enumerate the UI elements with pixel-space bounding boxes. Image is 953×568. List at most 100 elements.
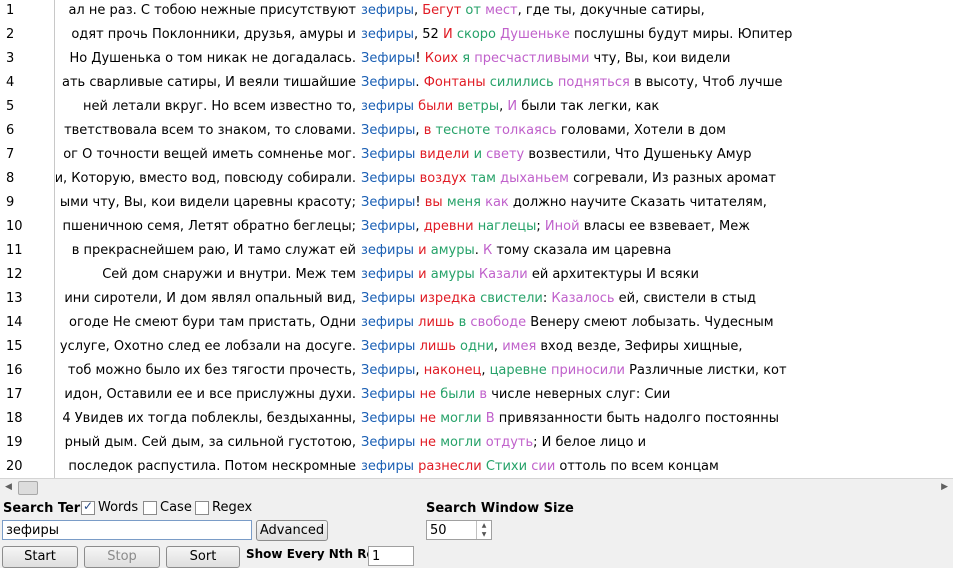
context-word: возвестили, Что Душеньку Амур xyxy=(524,147,752,162)
keyword-hit: зефиры xyxy=(361,27,414,42)
table-row[interactable]: 17 идон, Оставили ее и все прислужны духи… xyxy=(0,384,953,408)
kwic-results-pane: 1 ал не раз. С тобою нежные присутствуют з… xyxy=(0,0,953,478)
context-word: мест xyxy=(485,3,518,18)
context-word: Казалось xyxy=(551,291,615,306)
row-number: 5 xyxy=(6,99,15,114)
left-context: тветствовала всем то знаком, то словами. xyxy=(64,123,356,138)
regex-checkbox[interactable] xyxy=(195,501,209,515)
left-context: ал не раз. С тобою нежные присутствуют xyxy=(68,3,356,18)
keyword-hit: зефиры xyxy=(361,243,414,258)
context-word: подняться xyxy=(557,75,630,90)
table-row[interactable]: 19 рный дым. Сей дым, за сильной густотою… xyxy=(0,432,953,456)
advanced-button[interactable]: Advanced xyxy=(256,520,328,541)
words-checkbox[interactable] xyxy=(81,499,95,515)
keyword-hit: Зефиры xyxy=(361,291,416,306)
keyword-and-right-context: Зефиры видели и свету возвестили, Что Ду… xyxy=(361,147,752,162)
keyword-hit: Зефиры xyxy=(361,435,416,450)
context-word: амуры xyxy=(430,243,475,258)
scrollbar-thumb[interactable] xyxy=(18,481,38,495)
start-button[interactable]: Start xyxy=(2,546,78,568)
context-word: были xyxy=(418,99,454,114)
context-word: скоро xyxy=(456,27,496,42)
context-word: могли xyxy=(440,435,482,450)
keyword-and-right-context: зефиры, 52 И скоро Душеньке послушны буд… xyxy=(361,27,792,42)
table-row[interactable]: 6 тветствовала всем то знаком, то словами… xyxy=(0,120,953,144)
context-word: я xyxy=(462,51,471,66)
context-word: , где ты, докучные сатиры, xyxy=(517,3,705,18)
scroll-left-icon[interactable]: ◀ xyxy=(5,482,12,492)
table-row[interactable]: 14 огоде Не смеют бури там пристать, Одни… xyxy=(0,312,953,336)
context-word: тому сказала им царевна xyxy=(492,243,672,258)
context-word: древни xyxy=(423,219,474,234)
nth-row-value: 1 xyxy=(372,549,381,564)
context-word: в xyxy=(479,387,488,402)
window-size-spinner[interactable]: 50 ▲ ▼ xyxy=(426,520,492,540)
context-word: Венеру смеют лобызать. Чудесным xyxy=(526,315,774,330)
left-context: последок распустила. Потом нескромные xyxy=(68,459,356,474)
context-word: одни xyxy=(460,339,494,354)
context-word: Различные листки, кот xyxy=(624,363,787,378)
table-row[interactable]: 8 и, Которую, вместо вод, повсюду собирал… xyxy=(0,168,953,192)
search-input[interactable]: зефиры xyxy=(2,520,252,540)
context-word: наконец xyxy=(423,363,482,378)
table-row[interactable]: 7 ог О точности вещей иметь сомненье мог.… xyxy=(0,144,953,168)
keyword-hit: Зефиры xyxy=(361,195,416,210)
left-context: ог О точности вещей иметь сомненье мог. xyxy=(63,147,356,162)
table-row[interactable]: 4 ать сварливые сатиры, И веяли тишайшие З… xyxy=(0,72,953,96)
context-word: были так легки, как xyxy=(517,99,660,114)
context-word: вход везде, Зефиры хищные, xyxy=(536,339,743,354)
left-context: ней летали вкруг. Но всем известно то, xyxy=(83,99,356,114)
keyword-and-right-context: Зефиры, древни наглецы; Иной власы ее вз… xyxy=(361,219,750,234)
context-word: не xyxy=(419,411,437,426)
context-word: согревали, Из разных аромат xyxy=(569,171,776,186)
sort-button[interactable]: Sort xyxy=(166,546,240,568)
table-row[interactable]: 1 ал не раз. С тобою нежные присутствуют з… xyxy=(0,0,953,24)
context-word: , xyxy=(481,363,490,378)
table-row[interactable]: 11 в прекраснейшем раю, И тамо служат ей з… xyxy=(0,240,953,264)
table-row[interactable]: 2 одят прочь Поклонники, друзья, амуры и з… xyxy=(0,24,953,48)
row-number: 13 xyxy=(6,291,23,306)
table-row[interactable]: 9 ыми чту, Вы, кои видели царевны красоту… xyxy=(0,192,953,216)
window-size-value: 50 xyxy=(430,523,447,538)
context-word: , 52 xyxy=(414,27,443,42)
keyword-hit: Зефиры xyxy=(361,123,416,138)
context-word: К xyxy=(482,243,493,258)
table-row[interactable]: 10 пшеничною семя, Летят обратно беглецы;… xyxy=(0,216,953,240)
stop-button[interactable]: Stop xyxy=(84,546,160,568)
context-word: . xyxy=(474,243,483,258)
table-row[interactable]: 16 тоб можно было их без тягости прочесть… xyxy=(0,360,953,384)
context-word: ! xyxy=(415,195,425,210)
horizontal-scrollbar[interactable]: ◀ ▶ xyxy=(0,478,953,496)
spin-down-icon[interactable]: ▼ xyxy=(477,530,491,539)
row-number: 17 xyxy=(6,387,23,402)
keyword-and-right-context: Зефиры не могли В привязанности быть над… xyxy=(361,411,779,426)
context-word: свободе xyxy=(470,315,527,330)
row-number: 11 xyxy=(6,243,23,258)
nth-row-spinner[interactable]: 1 xyxy=(368,546,414,566)
table-row[interactable]: 15 услуге, Охотно след ее лобзали на досу… xyxy=(0,336,953,360)
table-row[interactable]: 5 ней летали вкруг. Но всем известно то, з… xyxy=(0,96,953,120)
case-checkbox[interactable] xyxy=(143,501,157,515)
keyword-hit: Зефиры xyxy=(361,363,416,378)
keyword-and-right-context: Зефиры не могли отдуть; И белое лицо и xyxy=(361,435,646,450)
left-context: рный дым. Сей дым, за сильной густотою, xyxy=(64,435,356,450)
table-row[interactable]: 18 4 Увидев их тогда поблеклы, бездыханны… xyxy=(0,408,953,432)
table-row[interactable]: 20 последок распустила. Потом нескромные з… xyxy=(0,456,953,478)
context-word: Иной xyxy=(544,219,580,234)
left-context: в прекраснейшем раю, И тамо служат ей xyxy=(71,243,356,258)
spin-up-icon[interactable]: ▲ xyxy=(477,521,491,530)
row-number: 9 xyxy=(6,195,15,210)
row-number: 18 xyxy=(6,411,23,426)
window-size-spin-buttons[interactable]: ▲ ▼ xyxy=(476,521,491,539)
table-row[interactable]: 3 Но Душенька о том никак не догадалась. З… xyxy=(0,48,953,72)
context-word: чту, Вы, кои видели xyxy=(589,51,731,66)
row-number: 14 xyxy=(6,315,23,330)
context-word: . xyxy=(415,75,424,90)
table-row[interactable]: 12 Сей дом снаружи и внутри. Меж тем зефир… xyxy=(0,264,953,288)
scroll-right-icon[interactable]: ▶ xyxy=(941,482,948,492)
left-context: ать сварливые сатиры, И веяли тишайшие xyxy=(62,75,356,90)
table-row[interactable]: 13 ини сиротели, И дом являл опальный вид… xyxy=(0,288,953,312)
context-word: приносили xyxy=(550,363,625,378)
context-word: , xyxy=(493,339,503,354)
show-every-nth-row-label: Show Every Nth Row xyxy=(246,547,386,561)
